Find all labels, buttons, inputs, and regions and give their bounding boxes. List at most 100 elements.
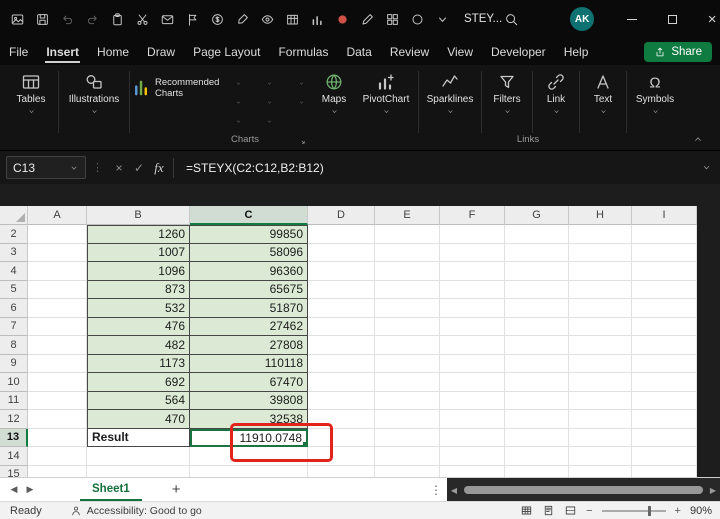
cell-E3[interactable] <box>375 243 440 262</box>
currency-icon[interactable] <box>206 8 229 31</box>
cell-E7[interactable] <box>375 317 440 336</box>
cell-I14[interactable] <box>632 447 697 466</box>
cell-B15[interactable] <box>87 465 190 477</box>
cell-D12[interactable] <box>308 410 375 429</box>
cell-D3[interactable] <box>308 243 375 262</box>
tab-help[interactable]: Help <box>555 38 598 65</box>
undo-icon[interactable] <box>56 8 79 31</box>
tab-draw[interactable]: Draw <box>138 38 184 65</box>
row-header-4[interactable]: 4 <box>0 262 28 281</box>
clipboard-icon[interactable] <box>106 8 129 31</box>
tab-review[interactable]: Review <box>381 38 438 65</box>
cell-A15[interactable] <box>28 465 87 477</box>
cell-I7[interactable] <box>632 317 697 336</box>
share-button[interactable]: Share <box>644 41 712 62</box>
tab-home[interactable]: Home <box>88 38 138 65</box>
recommended-charts-button[interactable]: Recommended Charts <box>132 69 219 99</box>
column-header-I[interactable]: I <box>632 206 697 225</box>
cell-A9[interactable] <box>28 354 87 373</box>
tables-button[interactable]: Tables <box>6 69 56 115</box>
cell-A4[interactable] <box>28 262 87 281</box>
cell-G15[interactable] <box>505 465 569 477</box>
cell-H2[interactable] <box>569 225 632 244</box>
cell-F15[interactable] <box>440 465 505 477</box>
filters-button[interactable]: Filters <box>484 69 530 115</box>
cell-D11[interactable] <box>308 391 375 410</box>
cell-F11[interactable] <box>440 391 505 410</box>
cell-I11[interactable] <box>632 391 697 410</box>
cell-A7[interactable] <box>28 317 87 336</box>
cell-D4[interactable] <box>308 262 375 281</box>
cell-H3[interactable] <box>569 243 632 262</box>
cell-A11[interactable] <box>28 391 87 410</box>
cell-H13[interactable] <box>569 428 632 447</box>
table-icon[interactable] <box>281 8 304 31</box>
cell-G6[interactable] <box>505 299 569 318</box>
cell-F7[interactable] <box>440 317 505 336</box>
cell-E4[interactable] <box>375 262 440 281</box>
normal-view-button[interactable] <box>520 504 533 517</box>
row-header-13[interactable]: 13 <box>0 428 28 447</box>
cell-A8[interactable] <box>28 336 87 355</box>
close-button[interactable]: × <box>692 0 720 38</box>
cell-G11[interactable] <box>505 391 569 410</box>
cell-F6[interactable] <box>440 299 505 318</box>
cell-D8[interactable] <box>308 336 375 355</box>
enter-icon[interactable]: ✓ <box>129 161 149 175</box>
cell-I13[interactable] <box>632 428 697 447</box>
cell-C4[interactable]: 96360 <box>190 262 308 281</box>
cell-F8[interactable] <box>440 336 505 355</box>
redo-icon[interactable] <box>81 8 104 31</box>
search-icon[interactable] <box>502 10 520 28</box>
cell-E11[interactable] <box>375 391 440 410</box>
cell-I10[interactable] <box>632 373 697 392</box>
pie-chart-button[interactable] <box>216 113 247 129</box>
cell-G9[interactable] <box>505 354 569 373</box>
sheet-options-icon[interactable]: ⋮ <box>430 483 442 497</box>
cell-E15[interactable] <box>375 465 440 477</box>
cell-G10[interactable] <box>505 373 569 392</box>
cell-H5[interactable] <box>569 280 632 299</box>
cell-D7[interactable] <box>308 317 375 336</box>
area-chart-button[interactable] <box>279 94 310 110</box>
maximize-button[interactable] <box>652 0 692 38</box>
row-header-10[interactable]: 10 <box>0 373 28 392</box>
flag-icon[interactable] <box>181 8 204 31</box>
minimize-button[interactable] <box>612 0 652 38</box>
charts-dialog-launcher-icon[interactable] <box>296 135 306 145</box>
zoom-slider[interactable] <box>601 505 666 516</box>
cell-D13[interactable] <box>308 428 375 447</box>
cell-H9[interactable] <box>569 354 632 373</box>
row-header-14[interactable]: 14 <box>0 447 28 466</box>
cell-G4[interactable] <box>505 262 569 281</box>
row-header-7[interactable]: 7 <box>0 317 28 336</box>
cell-E13[interactable] <box>375 428 440 447</box>
tab-view[interactable]: View <box>438 38 482 65</box>
bar-chart-button[interactable] <box>247 75 278 91</box>
cell-E10[interactable] <box>375 373 440 392</box>
cell-A5[interactable] <box>28 280 87 299</box>
zoom-level[interactable]: 90% <box>690 505 712 517</box>
cell-B14[interactable] <box>87 447 190 466</box>
page-layout-view-button[interactable] <box>542 504 555 517</box>
cell-B9[interactable]: 1173 <box>87 354 190 373</box>
cell-F12[interactable] <box>440 410 505 429</box>
cell-A13[interactable] <box>28 428 87 447</box>
tab-page-layout[interactable]: Page Layout <box>184 38 269 65</box>
account-avatar[interactable]: AK <box>570 7 595 31</box>
column-header-D[interactable]: D <box>308 206 375 225</box>
row-header-5[interactable]: 5 <box>0 280 28 299</box>
accessibility-status[interactable]: Accessibility: Good to go <box>70 505 202 517</box>
scroll-left-icon[interactable]: ◀ <box>447 486 461 495</box>
cell-I6[interactable] <box>632 299 697 318</box>
cell-H6[interactable] <box>569 299 632 318</box>
scatter-chart-button[interactable] <box>216 94 247 110</box>
illustrations-button[interactable]: Illustrations <box>61 69 127 115</box>
eye-icon[interactable] <box>256 8 279 31</box>
row-header-12[interactable]: 12 <box>0 410 28 429</box>
cell-G8[interactable] <box>505 336 569 355</box>
link-button[interactable]: Link <box>535 69 577 115</box>
cell-E6[interactable] <box>375 299 440 318</box>
column-header-G[interactable]: G <box>505 206 569 225</box>
cell-G14[interactable] <box>505 447 569 466</box>
